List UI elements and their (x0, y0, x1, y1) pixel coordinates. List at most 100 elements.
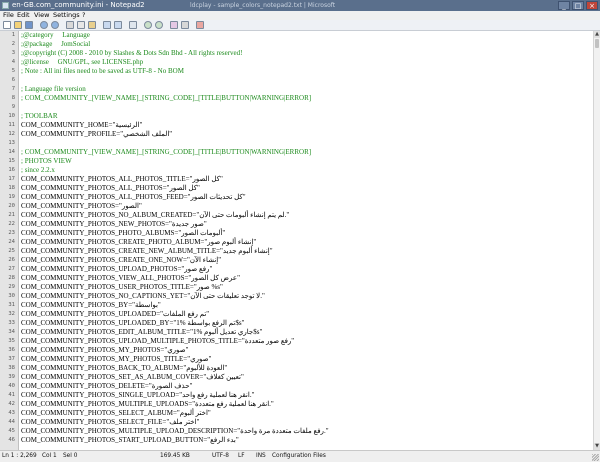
status-line-ending[interactable]: LF (238, 451, 245, 462)
editor-line[interactable]: 7 ; Language file version (0, 85, 593, 94)
editor-line[interactable]: 6 (0, 76, 593, 85)
code-line-text: COM_COMMUNITY_PHOTOS_CREATE_ONE_NOW="إنش… (21, 256, 222, 264)
editor-line[interactable]: 13 (0, 139, 593, 148)
editor-line[interactable]: 14 ; COM_COMMUNITY_[VIEW_NAME]_[STRING_CO… (0, 148, 593, 157)
editor-line[interactable]: 45 COM_COMMUNITY_PHOTOS_MULTIPLE_UPLOAD_D… (0, 427, 593, 436)
settings-icon[interactable] (181, 21, 189, 29)
code-line-text: COM_COMMUNITY_PHOTOS_BY="بواسطة" (21, 301, 161, 309)
menu-bar: File Edit View Settings ? (0, 11, 600, 20)
new-icon[interactable] (3, 21, 11, 29)
editor-line[interactable]: 35 COM_COMMUNITY_PHOTOS_UPLOAD_MULTIPLE_P… (0, 337, 593, 346)
scrollbar-thumb[interactable] (595, 39, 599, 48)
editor-line[interactable]: 46 COM_COMMUNITY_PHOTOS_START_UPLOAD_BUTT… (0, 436, 593, 445)
editor-line[interactable]: 3 ;@copyright (C) 2008 - 2010 by Slashes … (0, 49, 593, 58)
editor-line[interactable]: 37 COM_COMMUNITY_PHOTOS_MY_PHOTOS_TITLE="… (0, 355, 593, 364)
line-number: 33 (8, 320, 15, 326)
editor-line[interactable]: 42 COM_COMMUNITY_PHOTOS_MULTIPLE_UPLOADS=… (0, 400, 593, 409)
save-icon[interactable] (25, 21, 33, 29)
line-number: 8 (11, 95, 15, 101)
editor-line[interactable]: 28 COM_COMMUNITY_PHOTOS_VIEW_ALL_PHOTOS="… (0, 274, 593, 283)
editor-line[interactable]: 29 COM_COMMUNITY_PHOTOS_USER_PHOTOS_TITLE… (0, 283, 593, 292)
code-line-text: COM_COMMUNITY_PHOTOS_ALL_PHOTOS_TITLE="ك… (21, 175, 223, 183)
menu-help[interactable]: ? (82, 11, 85, 20)
editor-line[interactable]: 27 COM_COMMUNITY_PHOTOS_UPLOAD_PHOTOS="رف… (0, 265, 593, 274)
menu-view[interactable]: View (34, 11, 49, 20)
editor-line[interactable]: 30 COM_COMMUNITY_PHOTOS_NO_CAPTIONS_YET="… (0, 292, 593, 301)
line-number: 42 (8, 401, 15, 407)
editor-line[interactable]: 41 COM_COMMUNITY_PHOTOS_SINGLE_UPLOAD="ان… (0, 391, 593, 400)
scroll-down-icon[interactable]: ▼ (594, 443, 600, 450)
editor-line[interactable]: 25 COM_COMMUNITY_PHOTOS_CREATE_NEW_ALBUM_… (0, 247, 593, 256)
editor-line[interactable]: 23 COM_COMMUNITY_PHOTOS_PHOTO_ALBUMS="ألب… (0, 229, 593, 238)
comment-line-text: ; TOOLBAR (21, 112, 58, 120)
editor-line[interactable]: 40 COM_COMMUNITY_PHOTOS_DELETE="حذف الصور… (0, 382, 593, 391)
editor-line[interactable]: 17 COM_COMMUNITY_PHOTOS_ALL_PHOTOS_TITLE=… (0, 175, 593, 184)
editor-line[interactable]: 36 COM_COMMUNITY_PHOTOS_MY_PHOTOS="صوري" (0, 346, 593, 355)
open-icon[interactable] (14, 21, 22, 29)
editor-line[interactable]: 33 COM_COMMUNITY_PHOTOS_UPLOADED_BY="تم ا… (0, 319, 593, 328)
code-line-text: COM_COMMUNITY_PHOTOS_BACK_TO_ALBUM="العو… (21, 364, 228, 372)
maximize-button[interactable]: □ (572, 1, 584, 10)
code-line-text: COM_COMMUNITY_PHOTOS_SELECT_FILE="اختر م… (21, 418, 200, 426)
editor-line[interactable]: 20 COM_COMMUNITY_PHOTOS="الصور" (0, 202, 593, 211)
code-line-text: COM_COMMUNITY_PHOTOS_UPLOADED="تم رفع ال… (21, 310, 210, 318)
cut-icon[interactable] (66, 21, 74, 29)
status-scheme[interactable]: Configuration Files (272, 451, 326, 462)
editor-line[interactable]: 22 COM_COMMUNITY_PHOTOS_NEW_PHOTOS="صور ج… (0, 220, 593, 229)
code-line-text: COM_COMMUNITY_PHOTOS_MULTIPLE_UPLOAD_DES… (21, 427, 329, 435)
editor-line[interactable]: 31 COM_COMMUNITY_PHOTOS_BY="بواسطة" (0, 301, 593, 310)
editor-line[interactable]: 39 COM_COMMUNITY_PHOTOS_SET_AS_ALBUM_COVE… (0, 373, 593, 382)
line-number: 16 (8, 167, 15, 173)
editor-line[interactable]: 9 (0, 103, 593, 112)
resize-grip-icon[interactable] (592, 454, 599, 461)
editor-line[interactable]: 2 ;@package JomSocial (0, 40, 593, 49)
status-encoding[interactable]: UTF-8 (212, 451, 229, 462)
text-editor[interactable]: 1 ;@category Language 2 ;@package JomSocial… (0, 31, 593, 450)
line-number: 28 (8, 275, 15, 281)
editor-line[interactable]: 11 COM_COMMUNITY_HOME="الرئيسية" (0, 121, 593, 130)
editor-line[interactable]: 21 COM_COMMUNITY_PHOTOS_NO_ALBUM_CREATED=… (0, 211, 593, 220)
editor-line[interactable]: 44 COM_COMMUNITY_PHOTOS_SELECT_FILE="اختر… (0, 418, 593, 427)
copy-icon[interactable] (77, 21, 85, 29)
line-number: 40 (8, 383, 15, 389)
code-line-text: COM_COMMUNITY_PHOTOS_UPLOAD_PHOTOS="رفع … (21, 265, 213, 273)
editor-line[interactable]: 24 COM_COMMUNITY_PHOTOS_CREATE_PHOTO_ALBU… (0, 238, 593, 247)
editor-line[interactable]: 38 COM_COMMUNITY_PHOTOS_BACK_TO_ALBUM="ال… (0, 364, 593, 373)
zoom-out-icon[interactable] (155, 21, 163, 29)
line-number: 35 (8, 338, 15, 344)
paste-icon[interactable] (88, 21, 96, 29)
editor-line[interactable]: 18 COM_COMMUNITY_PHOTOS_ALL_PHOTOS="كل ال… (0, 184, 593, 193)
editor-line[interactable]: 26 COM_COMMUNITY_PHOTOS_CREATE_ONE_NOW="إ… (0, 256, 593, 265)
replace-icon[interactable] (114, 21, 122, 29)
redo-icon[interactable] (51, 21, 59, 29)
close-button[interactable]: × (586, 1, 598, 10)
editor-line[interactable]: 15 ; PHOTOS VIEW (0, 157, 593, 166)
line-number: 46 (8, 437, 15, 443)
find-icon[interactable] (103, 21, 111, 29)
editor-line[interactable]: 4 ;@license GNU/GPL, see LICENSE.php (0, 58, 593, 67)
minimize-button[interactable]: _ (558, 1, 570, 10)
menu-file[interactable]: File (3, 11, 14, 20)
undo-icon[interactable] (40, 21, 48, 29)
editor-line[interactable]: 5 ; Note : All ini files need to be saved… (0, 67, 593, 76)
editor-line[interactable]: 16 ; since 2.2.x (0, 166, 593, 175)
menu-edit[interactable]: Edit (17, 11, 30, 20)
status-insert-mode[interactable]: INS (256, 451, 266, 462)
line-number: 44 (8, 419, 15, 425)
zoom-in-icon[interactable] (144, 21, 152, 29)
scheme-icon[interactable] (170, 21, 178, 29)
exit-icon[interactable] (196, 21, 204, 29)
editor-line[interactable]: 32 COM_COMMUNITY_PHOTOS_UPLOADED="تم رفع … (0, 310, 593, 319)
line-number: 2 (11, 41, 15, 47)
editor-line[interactable]: 1 ;@category Language (0, 31, 593, 40)
scroll-up-icon[interactable]: ▲ (594, 31, 600, 38)
editor-line[interactable]: 19 COM_COMMUNITY_PHOTOS_ALL_PHOTOS_FEED="… (0, 193, 593, 202)
editor-line[interactable]: 43 COM_COMMUNITY_PHOTOS_SELECT_ALBUM="اخت… (0, 409, 593, 418)
vertical-scrollbar[interactable]: ▲ ▼ (593, 31, 600, 450)
menu-settings[interactable]: Settings (53, 11, 80, 20)
editor-line[interactable]: 12 COM_COMMUNITY_PROFILE="الملف الشخصي" (0, 130, 593, 139)
editor-line[interactable]: 34 COM_COMMUNITY_PHOTOS_EDIT_ALBUM_TITLE=… (0, 328, 593, 337)
editor-line[interactable]: 10 ; TOOLBAR (0, 112, 593, 121)
wordwrap-icon[interactable] (129, 21, 137, 29)
editor-line[interactable]: 8 ; COM_COMMUNITY_[VIEW_NAME]_[STRING_COD… (0, 94, 593, 103)
